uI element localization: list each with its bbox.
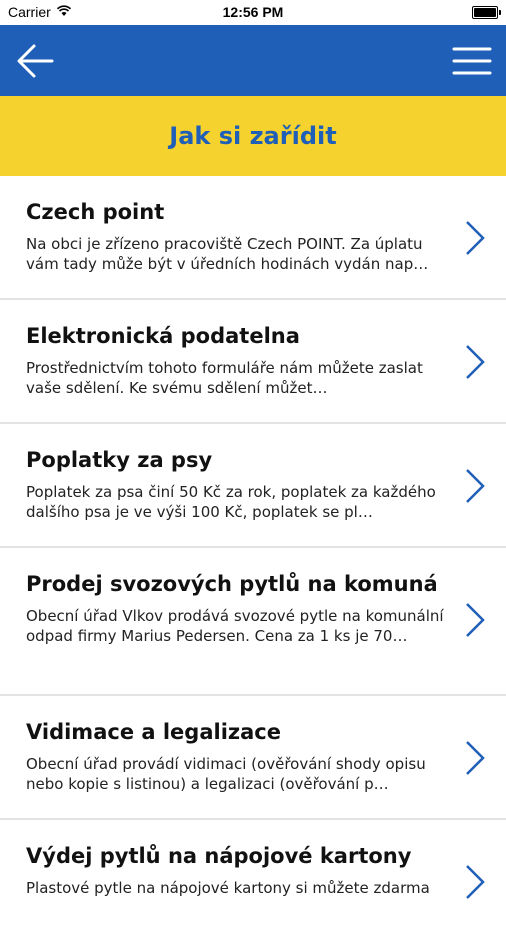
chevron-right-icon [466,469,485,503]
list-item-description: Obecní úřad provádí vidimaci (ověřování … [26,755,426,793]
chevron-right-icon [466,221,485,255]
list-item-title: Czech point [26,200,165,224]
back-button[interactable] [14,39,58,83]
arrow-left-icon [17,44,54,78]
chevron-right-icon [466,865,485,899]
title-bar: Jak si zařídit [0,96,506,176]
list-item-description: Poplatek za psa činí 50 Kč za rok, popla… [26,483,436,521]
list-item[interactable]: Vidimace a legalizace Obecní úřad provád… [0,696,506,820]
content-list: Czech point Na obci je zřízeno pracovišt… [0,176,506,944]
status-bar: Carrier 12:56 PM [0,0,506,25]
list-item-title: Poplatky za psy [26,448,213,472]
chevron-right-icon [466,741,485,775]
list-item-description: Prostřednictvím tohoto formuláře nám můž… [26,359,423,397]
list-item-title: Elektronická podatelna [26,324,300,348]
chevron-right-icon [466,345,485,379]
list-item-title: Prodej svozových pytlů na komunál… [26,572,436,596]
status-time: 12:56 PM [222,4,284,20]
list-item[interactable]: Prodej svozových pytlů na komunál… Obecn… [0,548,506,696]
list-item-description: Na obci je zřízeno pracoviště Czech POIN… [26,235,429,273]
menu-button[interactable] [452,41,492,81]
list-item-description: Obecní úřad Vlkov prodává svozové pytle … [26,607,444,645]
list-item-title: Vidimace a legalizace [26,720,281,744]
page-title: Jak si zařídit [169,122,337,150]
list-item-title: Výdej pytlů na nápojové kartony [26,844,412,868]
hamburger-menu-icon [452,47,492,75]
battery-icon [472,6,501,19]
list-item[interactable]: Czech point Na obci je zřízeno pracovišt… [0,176,506,300]
list-item-description: Plastové pytle na nápojové kartony si mů… [26,879,430,897]
chevron-right-icon [466,603,485,637]
nav-bar [0,25,506,96]
list-item[interactable]: Výdej pytlů na nápojové kartony Plastové… [0,820,506,944]
list-item[interactable]: Elektronická podatelna Prostřednictvím t… [0,300,506,424]
list-item[interactable]: Poplatky za psy Poplatek za psa činí 50 … [0,424,506,548]
